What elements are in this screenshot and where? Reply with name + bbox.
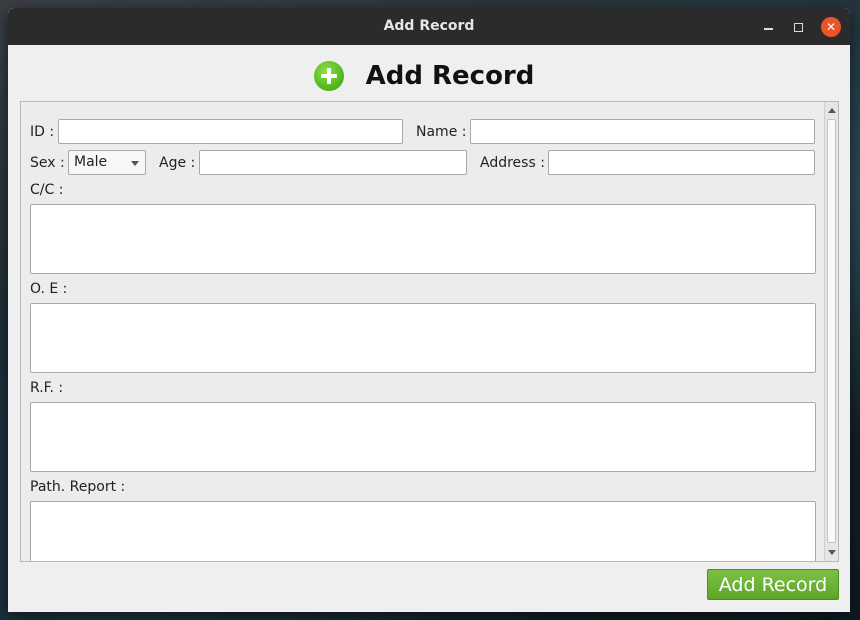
page-title: Add Record [365, 61, 535, 91]
scroll-up-button[interactable] [827, 105, 836, 116]
address-label: Address : [480, 155, 545, 171]
window-title: Add Record [383, 18, 475, 34]
plus-circle-icon [313, 61, 344, 91]
maximize-button[interactable] [788, 17, 808, 37]
sex-selected-value: Male [74, 154, 108, 170]
minimize-button[interactable] [758, 17, 778, 37]
vertical-scrollbar[interactable] [824, 102, 838, 561]
close-icon: ✕ [825, 20, 837, 34]
scroll-down-button[interactable] [827, 547, 836, 558]
rf-textarea[interactable] [30, 402, 816, 472]
maximize-icon [793, 22, 803, 32]
arrow-up-icon [827, 108, 836, 113]
age-input[interactable] [199, 150, 467, 175]
rf-label: R.F. : [30, 380, 64, 396]
page-header: Add Record [8, 54, 850, 98]
chevron-down-icon [131, 161, 139, 166]
sex-select[interactable]: Male [68, 150, 146, 175]
cc-textarea[interactable] [30, 204, 816, 274]
address-input[interactable] [548, 150, 815, 175]
add-record-button[interactable]: Add Record [707, 569, 839, 600]
title-bar: Add Record ✕ [8, 8, 850, 45]
id-label: ID : [30, 124, 55, 140]
oe-label: O. E : [30, 281, 68, 297]
path-report-textarea[interactable] [30, 501, 816, 561]
oe-textarea[interactable] [30, 303, 816, 373]
name-input[interactable] [470, 119, 815, 144]
scrollbar-thumb[interactable] [827, 119, 836, 543]
arrow-down-icon [827, 550, 836, 555]
path-report-label: Path. Report : [30, 479, 126, 495]
age-label: Age : [159, 155, 196, 171]
id-input[interactable] [58, 119, 403, 144]
add-record-window: Add Record ✕ Add Record ID : Name : Sex … [8, 8, 850, 612]
name-label: Name : [416, 124, 467, 140]
close-button[interactable]: ✕ [821, 17, 841, 37]
minimize-icon [763, 28, 773, 30]
cc-label: C/C : [30, 182, 64, 198]
form-scroll-area: ID : Name : Sex : Male Age : Address : C… [20, 101, 839, 562]
sex-label: Sex : [30, 155, 65, 171]
